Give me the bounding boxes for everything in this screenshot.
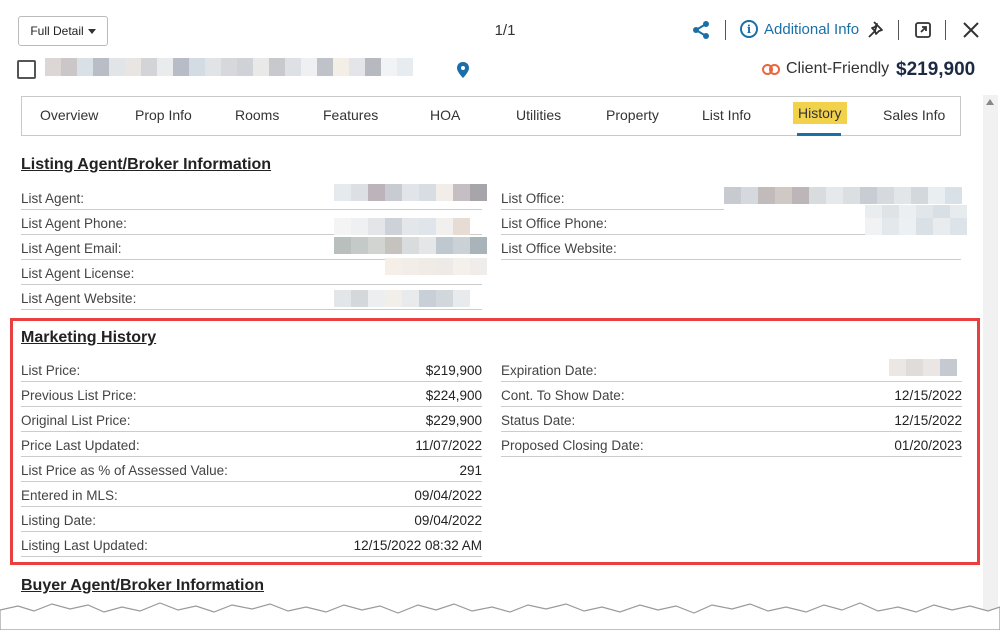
pager: 1/1 — [494, 22, 516, 39]
field-label: List Agent Email: — [21, 241, 122, 256]
field-label: List Office Phone: — [501, 216, 608, 231]
redacted-agent-license — [385, 258, 487, 275]
tab-rooms[interactable]: Rooms — [235, 107, 279, 123]
select-listing-checkbox[interactable] — [17, 60, 36, 79]
client-friendly-toggle[interactable]: Client-Friendly — [762, 60, 889, 78]
redacted-agent-name — [334, 184, 487, 201]
field-label: List Agent: — [21, 191, 85, 206]
listing-agent-section-title: Listing Agent/Broker Information — [21, 156, 272, 173]
tab-hoa[interactable]: HOA — [430, 107, 460, 123]
divider — [898, 20, 899, 40]
view-select-dropdown[interactable]: Full Detail — [18, 16, 108, 46]
divider — [725, 20, 726, 40]
scrollbar[interactable] — [983, 95, 998, 615]
additional-info-button[interactable]: i Additional Info — [740, 20, 859, 38]
scroll-up-arrow-icon[interactable] — [986, 99, 994, 105]
field-label: List Agent Website: — [21, 291, 137, 306]
tab-list-info[interactable]: List Info — [702, 107, 751, 123]
list-agent-website-row: List Agent Website: — [21, 285, 334, 310]
list-office-website-row: List Office Website: — [501, 235, 961, 260]
list-office-row: List Office: — [501, 185, 724, 210]
torn-edge-decoration — [0, 602, 1000, 630]
list-agent-license-row: List Agent License: — [21, 260, 334, 285]
client-friendly-label: Client-Friendly — [786, 60, 890, 77]
tab-history[interactable]: History — [793, 102, 847, 124]
tab-prop-info[interactable]: Prop Info — [135, 107, 192, 123]
redacted-office-name — [724, 187, 962, 204]
map-pin-icon[interactable] — [456, 62, 470, 78]
field-label: List Office: — [501, 191, 565, 206]
list-agent-email-row: List Agent Email: — [21, 235, 334, 260]
close-icon[interactable] — [962, 21, 980, 39]
active-tab-indicator — [797, 133, 841, 136]
detail-header: Full Detail 1/1 i Additional Info Client… — [0, 0, 1000, 92]
field-label: List Agent Phone: — [21, 216, 127, 231]
client-friendly-icon — [762, 63, 780, 75]
redacted-address — [45, 58, 413, 76]
redacted-agent-website — [334, 290, 470, 307]
tab-overview[interactable]: Overview — [40, 107, 98, 123]
list-agent-row: List Agent: — [21, 185, 334, 210]
open-external-icon[interactable] — [914, 21, 932, 39]
tab-sales-info[interactable]: Sales Info — [883, 107, 945, 123]
pin-icon[interactable] — [866, 20, 886, 40]
field-label: List Agent License: — [21, 266, 135, 281]
divider — [945, 20, 946, 40]
additional-info-label: Additional Info — [764, 20, 860, 38]
buyer-agent-section-title: Buyer Agent/Broker Information — [21, 577, 264, 594]
listing-price: $219,900 — [896, 59, 976, 80]
list-agent-phone-row: List Agent Phone: — [21, 210, 334, 235]
tab-utilities[interactable]: Utilities — [516, 107, 561, 123]
detail-tabs: Overview Prop Info Rooms Features HOA Ut… — [21, 96, 961, 136]
field-label: List Office Website: — [501, 241, 617, 256]
chevron-down-icon — [87, 28, 96, 34]
highlight-annotation-box — [10, 318, 980, 565]
share-icon[interactable] — [691, 20, 711, 40]
info-icon: i — [740, 20, 758, 38]
tab-features[interactable]: Features — [323, 107, 378, 123]
redacted-office-phone-2 — [865, 218, 967, 235]
view-select-label: Full Detail — [30, 24, 84, 38]
redacted-agent-phone — [334, 218, 470, 235]
redacted-agent-email — [334, 237, 487, 254]
tab-property[interactable]: Property — [606, 107, 659, 123]
